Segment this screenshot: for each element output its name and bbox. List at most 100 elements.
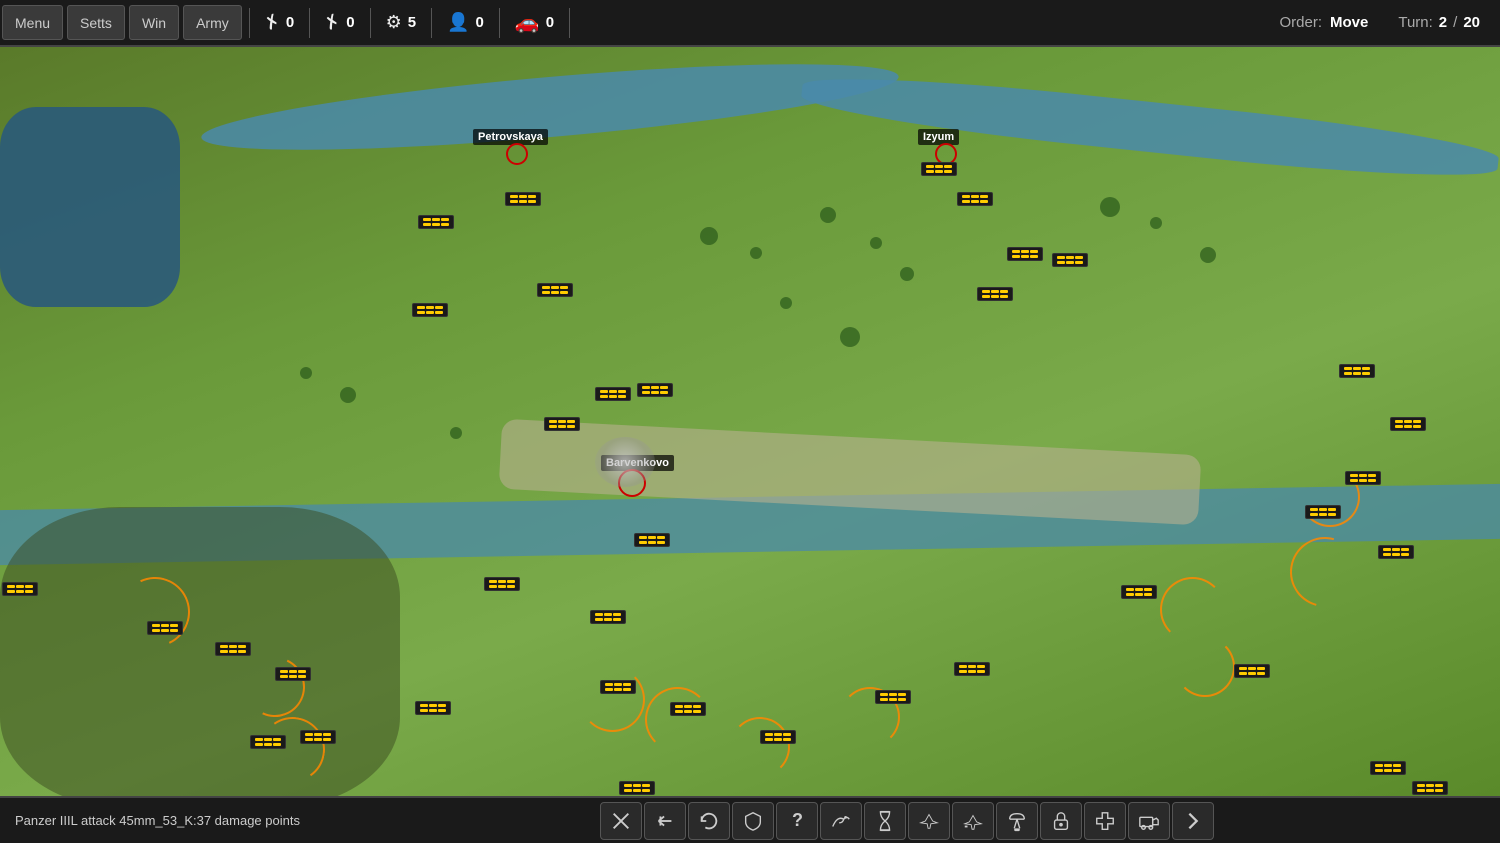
water-topleft [0,107,180,307]
arc-8 [1160,577,1225,642]
separator-1 [249,8,250,38]
heal-icon [1094,810,1116,832]
stat-casualties-1: ✗ 0 [265,12,294,33]
order-value: Move [1330,14,1368,31]
unit-tag-26[interactable] [875,690,911,704]
arc-6 [730,717,790,777]
turn-label: Turn: [1398,14,1432,31]
turn-max: 20 [1463,14,1480,31]
map-area[interactable]: Petrovskaya Izyum Barvenkovo [0,47,1500,796]
separator-2 [309,8,310,38]
unit-tag-33[interactable] [1378,545,1414,559]
unit-tag-8[interactable] [1052,253,1088,267]
tree-13 [450,427,462,439]
unit-tag-11[interactable] [595,387,631,401]
unit-tag-21[interactable] [415,701,451,715]
turn-current: 2 [1439,14,1447,31]
unit-tag-7[interactable] [1007,247,1043,261]
stat-value-4: 0 [476,14,484,31]
tree-3 [820,207,836,223]
petrovskaya-indicator [506,143,528,165]
attack-button[interactable] [600,802,642,840]
army-button[interactable]: Army [183,5,242,40]
unit-tag-16[interactable] [147,621,183,635]
unit-tag-30[interactable] [1339,364,1375,378]
setts-button[interactable]: Setts [67,5,125,40]
separator-6 [569,8,570,38]
tree-6 [780,297,792,309]
supply-button[interactable] [1128,802,1170,840]
unit-tag-2[interactable] [418,215,454,229]
unit-tag-1[interactable] [505,192,541,206]
bomb-icon [962,810,984,832]
unit-tag-28[interactable] [1121,585,1157,599]
defend-button[interactable] [732,802,774,840]
air-support-button[interactable] [908,802,950,840]
petrovskaya-label: Petrovskaya [473,129,548,145]
win-button[interactable]: Win [129,5,179,40]
stat-vehicle: 🚗 0 [515,10,554,35]
unit-tag-15[interactable] [634,533,670,547]
defend-icon [742,810,764,832]
tree-9 [1150,217,1162,229]
tree-1 [700,227,718,245]
info-button[interactable]: ? [776,802,818,840]
hide-button[interactable] [820,802,862,840]
unit-tag-35[interactable] [1370,761,1406,775]
unit-tag-32[interactable] [1345,471,1381,485]
unit-tag-14[interactable] [590,610,626,624]
info-icon: ? [792,810,803,831]
unit-tag-29[interactable] [1234,664,1270,678]
hide-icon [830,810,852,832]
tree-4 [870,237,882,249]
unit-tag-12[interactable] [637,383,673,397]
unit-tag-24[interactable] [619,781,655,795]
heal-button[interactable] [1084,802,1126,840]
tree-11 [300,367,312,379]
unit-tag-23[interactable] [670,702,706,716]
undo-button[interactable] [688,802,730,840]
unit-tag-20[interactable] [250,735,286,749]
unit-tag-4[interactable] [537,283,573,297]
unit-tag-37[interactable] [2,582,38,596]
unit-tag-22[interactable] [600,680,636,694]
next-button[interactable] [1172,802,1214,840]
tree-12 [340,387,356,403]
unit-tag-18[interactable] [275,667,311,681]
turn-separator: / [1453,14,1457,31]
next-icon [1182,810,1204,832]
move-back-icon [654,810,676,832]
order-label: Order: [1279,14,1322,31]
parachute-button[interactable] [996,802,1038,840]
unit-tag-27[interactable] [954,662,990,676]
bomb-button[interactable] [952,802,994,840]
menu-button[interactable]: Menu [2,5,63,40]
unit-tag-10[interactable] [544,417,580,431]
stat-infantry: 👤 0 [447,12,484,33]
stat-value-3: 5 [408,14,416,31]
unit-tag-6[interactable] [957,192,993,206]
move-back-button[interactable] [644,802,686,840]
stat-value-5: 0 [546,14,554,31]
unit-tag-5[interactable] [921,162,957,176]
dark-land-left [0,507,400,796]
unit-tag-3[interactable] [412,303,448,317]
unit-tag-31[interactable] [1390,417,1426,431]
unit-tag-34[interactable] [1305,505,1341,519]
artillery-icon: ⚙ [386,12,402,33]
izyum-label: Izyum [918,129,959,145]
arc-9 [1175,637,1235,697]
unit-tag-13[interactable] [484,577,520,591]
separator-5 [499,8,500,38]
lock-button[interactable] [1040,802,1082,840]
tree-2 [750,247,762,259]
separator-3 [370,8,371,38]
unit-tag-17[interactable] [215,642,251,656]
unit-tag-9[interactable] [977,287,1013,301]
undo-icon [698,810,720,832]
unit-tag-19[interactable] [300,730,336,744]
wait-button[interactable] [864,802,906,840]
unit-tag-25[interactable] [760,730,796,744]
unit-tag-36[interactable] [1412,781,1448,795]
infantry-icon: 👤 [447,12,469,33]
